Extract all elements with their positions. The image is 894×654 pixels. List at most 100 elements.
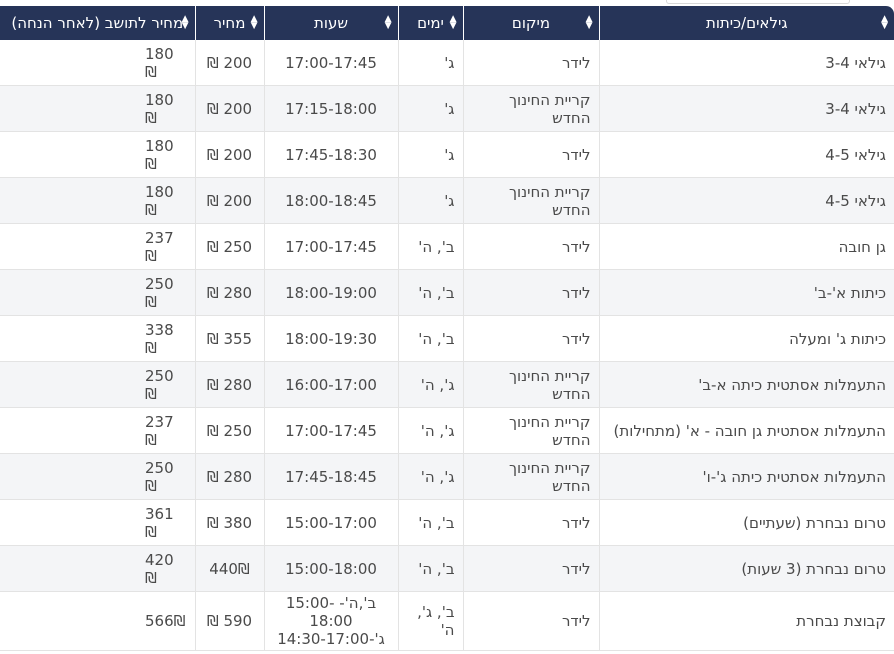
cell-days: ג', ה' xyxy=(397,453,463,500)
cell-name: טרום נבחרת (שעתיים) xyxy=(598,499,894,546)
header-label: מחיר xyxy=(213,14,246,32)
cell-location: קריית החינוך החדש xyxy=(462,177,599,224)
cell-discount: 250 ₪ xyxy=(0,453,195,500)
cell-days: ג', ה' xyxy=(397,361,463,408)
cell-discount: 180 ₪ xyxy=(0,131,195,178)
cell-hours: 18:00-19:00 xyxy=(263,269,398,316)
cell-discount: 566₪ xyxy=(0,591,195,651)
cell-hours: 17:15-18:00 xyxy=(263,85,398,132)
cell-discount: 237 ₪ xyxy=(0,407,195,454)
table-row: כיתות ג' ומעלה לידר ב', ה' 18:00-19:30 3… xyxy=(0,315,894,362)
cell-location: קריית החינוך החדש xyxy=(462,85,599,132)
cell-days: ב', ה' xyxy=(397,315,463,362)
cell-name: גן חובה xyxy=(598,223,894,270)
cell-name: התעמלות אסתטית גן חובה - א' (מתחילות) xyxy=(598,407,894,454)
cell-price: 200 ₪ xyxy=(194,177,264,224)
cell-location: קריית החינוך החדש xyxy=(462,407,599,454)
table-row: כיתות א'-ב' לידר ב', ה' 18:00-19:00 280 … xyxy=(0,269,894,316)
header-price[interactable]: ▲ ▼ מחיר xyxy=(194,6,264,40)
cell-hours: 17:45-18:45 xyxy=(263,453,398,500)
cell-location: לידר xyxy=(462,131,599,178)
table-row: התעמלות אסתטית כיתה ג'-ו' קריית החינוך ה… xyxy=(0,453,894,500)
cell-hours: ב',ה'- 15:00-18:00 ג'-14:30-17:00 xyxy=(263,591,398,651)
cell-days: ב', ג', ה' xyxy=(397,591,463,651)
cell-location: לידר xyxy=(462,315,599,362)
cell-discount: 250 ₪ xyxy=(0,361,195,408)
cell-name: כיתות ג' ומעלה xyxy=(598,315,894,362)
cell-price: 200 ₪ xyxy=(194,40,264,86)
table-row: גילאי 3-4 לידר ג' 17:00-17:45 200 ₪ 180 … xyxy=(0,40,894,86)
cell-hours: 18:00-19:30 xyxy=(263,315,398,362)
cell-price: 250 ₪ xyxy=(194,407,264,454)
cell-name: התעמלות אסתטית כיתה א-ב' xyxy=(598,361,894,408)
cell-hours: 15:00-18:00 xyxy=(263,545,398,592)
table-row: טרום נבחרת (שעתיים) לידר ב', ה' 15:00-17… xyxy=(0,499,894,546)
cell-price: 250 ₪ xyxy=(194,223,264,270)
cell-days: ג', ה' xyxy=(397,407,463,454)
cell-days: ב', ה' xyxy=(397,223,463,270)
table-row: גן חובה לידר ב', ה' 17:00-17:45 250 ₪ 23… xyxy=(0,223,894,270)
cell-days: ב', ה' xyxy=(397,545,463,592)
header-label: ימים xyxy=(417,14,444,32)
cell-price: 280 ₪ xyxy=(194,269,264,316)
cell-location: לידר xyxy=(462,591,599,651)
table-row: גילאי 3-4 קריית החינוך החדש ג' 17:15-18:… xyxy=(0,85,894,132)
cell-price: 200 ₪ xyxy=(194,85,264,132)
sort-arrows-icon: ▲ ▼ xyxy=(250,14,258,31)
header-location[interactable]: ▲ ▼ מיקום xyxy=(462,6,599,40)
header-label: מיקום xyxy=(511,14,551,32)
cell-hours: 15:00-17:00 xyxy=(263,499,398,546)
cell-location: לידר xyxy=(462,223,599,270)
cell-days: ב', ה' xyxy=(397,269,463,316)
cell-hours: 18:00-18:45 xyxy=(263,177,398,224)
header-days[interactable]: ▲ ▼ ימים xyxy=(397,6,463,40)
cell-discount: 338 ₪ xyxy=(0,315,195,362)
cell-days: ג' xyxy=(397,131,463,178)
cell-hours: 17:45-18:30 xyxy=(263,131,398,178)
cell-name: טרום נבחרת (3 שעות) xyxy=(598,545,894,592)
cell-hours: 16:00-17:00 xyxy=(263,361,398,408)
sort-arrows-icon: ▲ ▼ xyxy=(585,14,593,31)
cell-days: ג' xyxy=(397,40,463,86)
header-name[interactable]: ▲ ▼ גילאים/כיתות xyxy=(598,6,894,40)
cell-price: 200 ₪ xyxy=(194,131,264,178)
sort-arrows-icon: ▲ ▼ xyxy=(181,14,189,31)
cell-days-line: ה' xyxy=(440,621,455,639)
cell-discount: 250 ₪ xyxy=(0,269,195,316)
table-row: גילאי 4-5 לידר ג' 17:45-18:30 200 ₪ 180 … xyxy=(0,131,894,178)
header-hours[interactable]: ▲ ▼ שעות xyxy=(263,6,398,40)
cell-location: לידר xyxy=(462,40,599,86)
search-box-edge[interactable] xyxy=(666,0,850,4)
header-label: מחיר לתושב (לאחר הנחה) xyxy=(11,14,184,32)
cell-days: ג' xyxy=(397,85,463,132)
cell-name: קבוצת נבחרת xyxy=(598,591,894,651)
cell-location: קריית החינוך החדש xyxy=(462,453,599,500)
cell-price: 380 ₪ xyxy=(194,499,264,546)
cell-discount: 180 ₪ xyxy=(0,85,195,132)
cell-hours: 17:00-17:45 xyxy=(263,223,398,270)
schedule-table: ▲ ▼ גילאים/כיתות ▲ ▼ מיקום ▲ ▼ ימים ▲ ▼ שעות ▲ ▼ מ… xyxy=(0,6,894,651)
cell-price: 280 ₪ xyxy=(194,361,264,408)
table-row: קבוצת נבחרת לידר ב', ג', ה' ב',ה'- 15:00… xyxy=(0,591,894,651)
sort-arrows-icon: ▲ ▼ xyxy=(881,14,888,31)
table-header-row: ▲ ▼ גילאים/כיתות ▲ ▼ מיקום ▲ ▼ ימים ▲ ▼ שעות ▲ ▼ מ… xyxy=(0,6,894,40)
cell-hours-line: ג'-14:30-17:00 xyxy=(277,630,385,648)
cell-discount: 180 ₪ xyxy=(0,177,195,224)
cell-location: לידר xyxy=(462,269,599,316)
cell-hours-line: ב',ה'- 15:00-18:00 xyxy=(285,594,377,630)
sort-arrows-icon: ▲ ▼ xyxy=(449,14,457,31)
header-label: גילאים/כיתות xyxy=(705,14,788,32)
cell-discount: 361 ₪ xyxy=(0,499,195,546)
cell-location: לידר xyxy=(462,545,599,592)
table-row: התעמלות אסתטית כיתה א-ב' קריית החינוך הח… xyxy=(0,361,894,408)
sort-arrows-icon: ▲ ▼ xyxy=(384,14,392,31)
cell-hours: 17:00-17:45 xyxy=(263,407,398,454)
cell-discount: 237 ₪ xyxy=(0,223,195,270)
cell-name: גילאי 3-4 xyxy=(598,40,894,86)
cell-price: 440₪ xyxy=(194,545,264,592)
header-discount[interactable]: ▲ ▼ מחיר לתושב (לאחר הנחה) xyxy=(0,6,195,40)
cell-hours: 17:00-17:45 xyxy=(263,40,398,86)
cell-name: התעמלות אסתטית כיתה ג'-ו' xyxy=(598,453,894,500)
cell-price: 590 ₪ xyxy=(194,591,264,651)
cell-discount: 420 ₪ xyxy=(0,545,195,592)
